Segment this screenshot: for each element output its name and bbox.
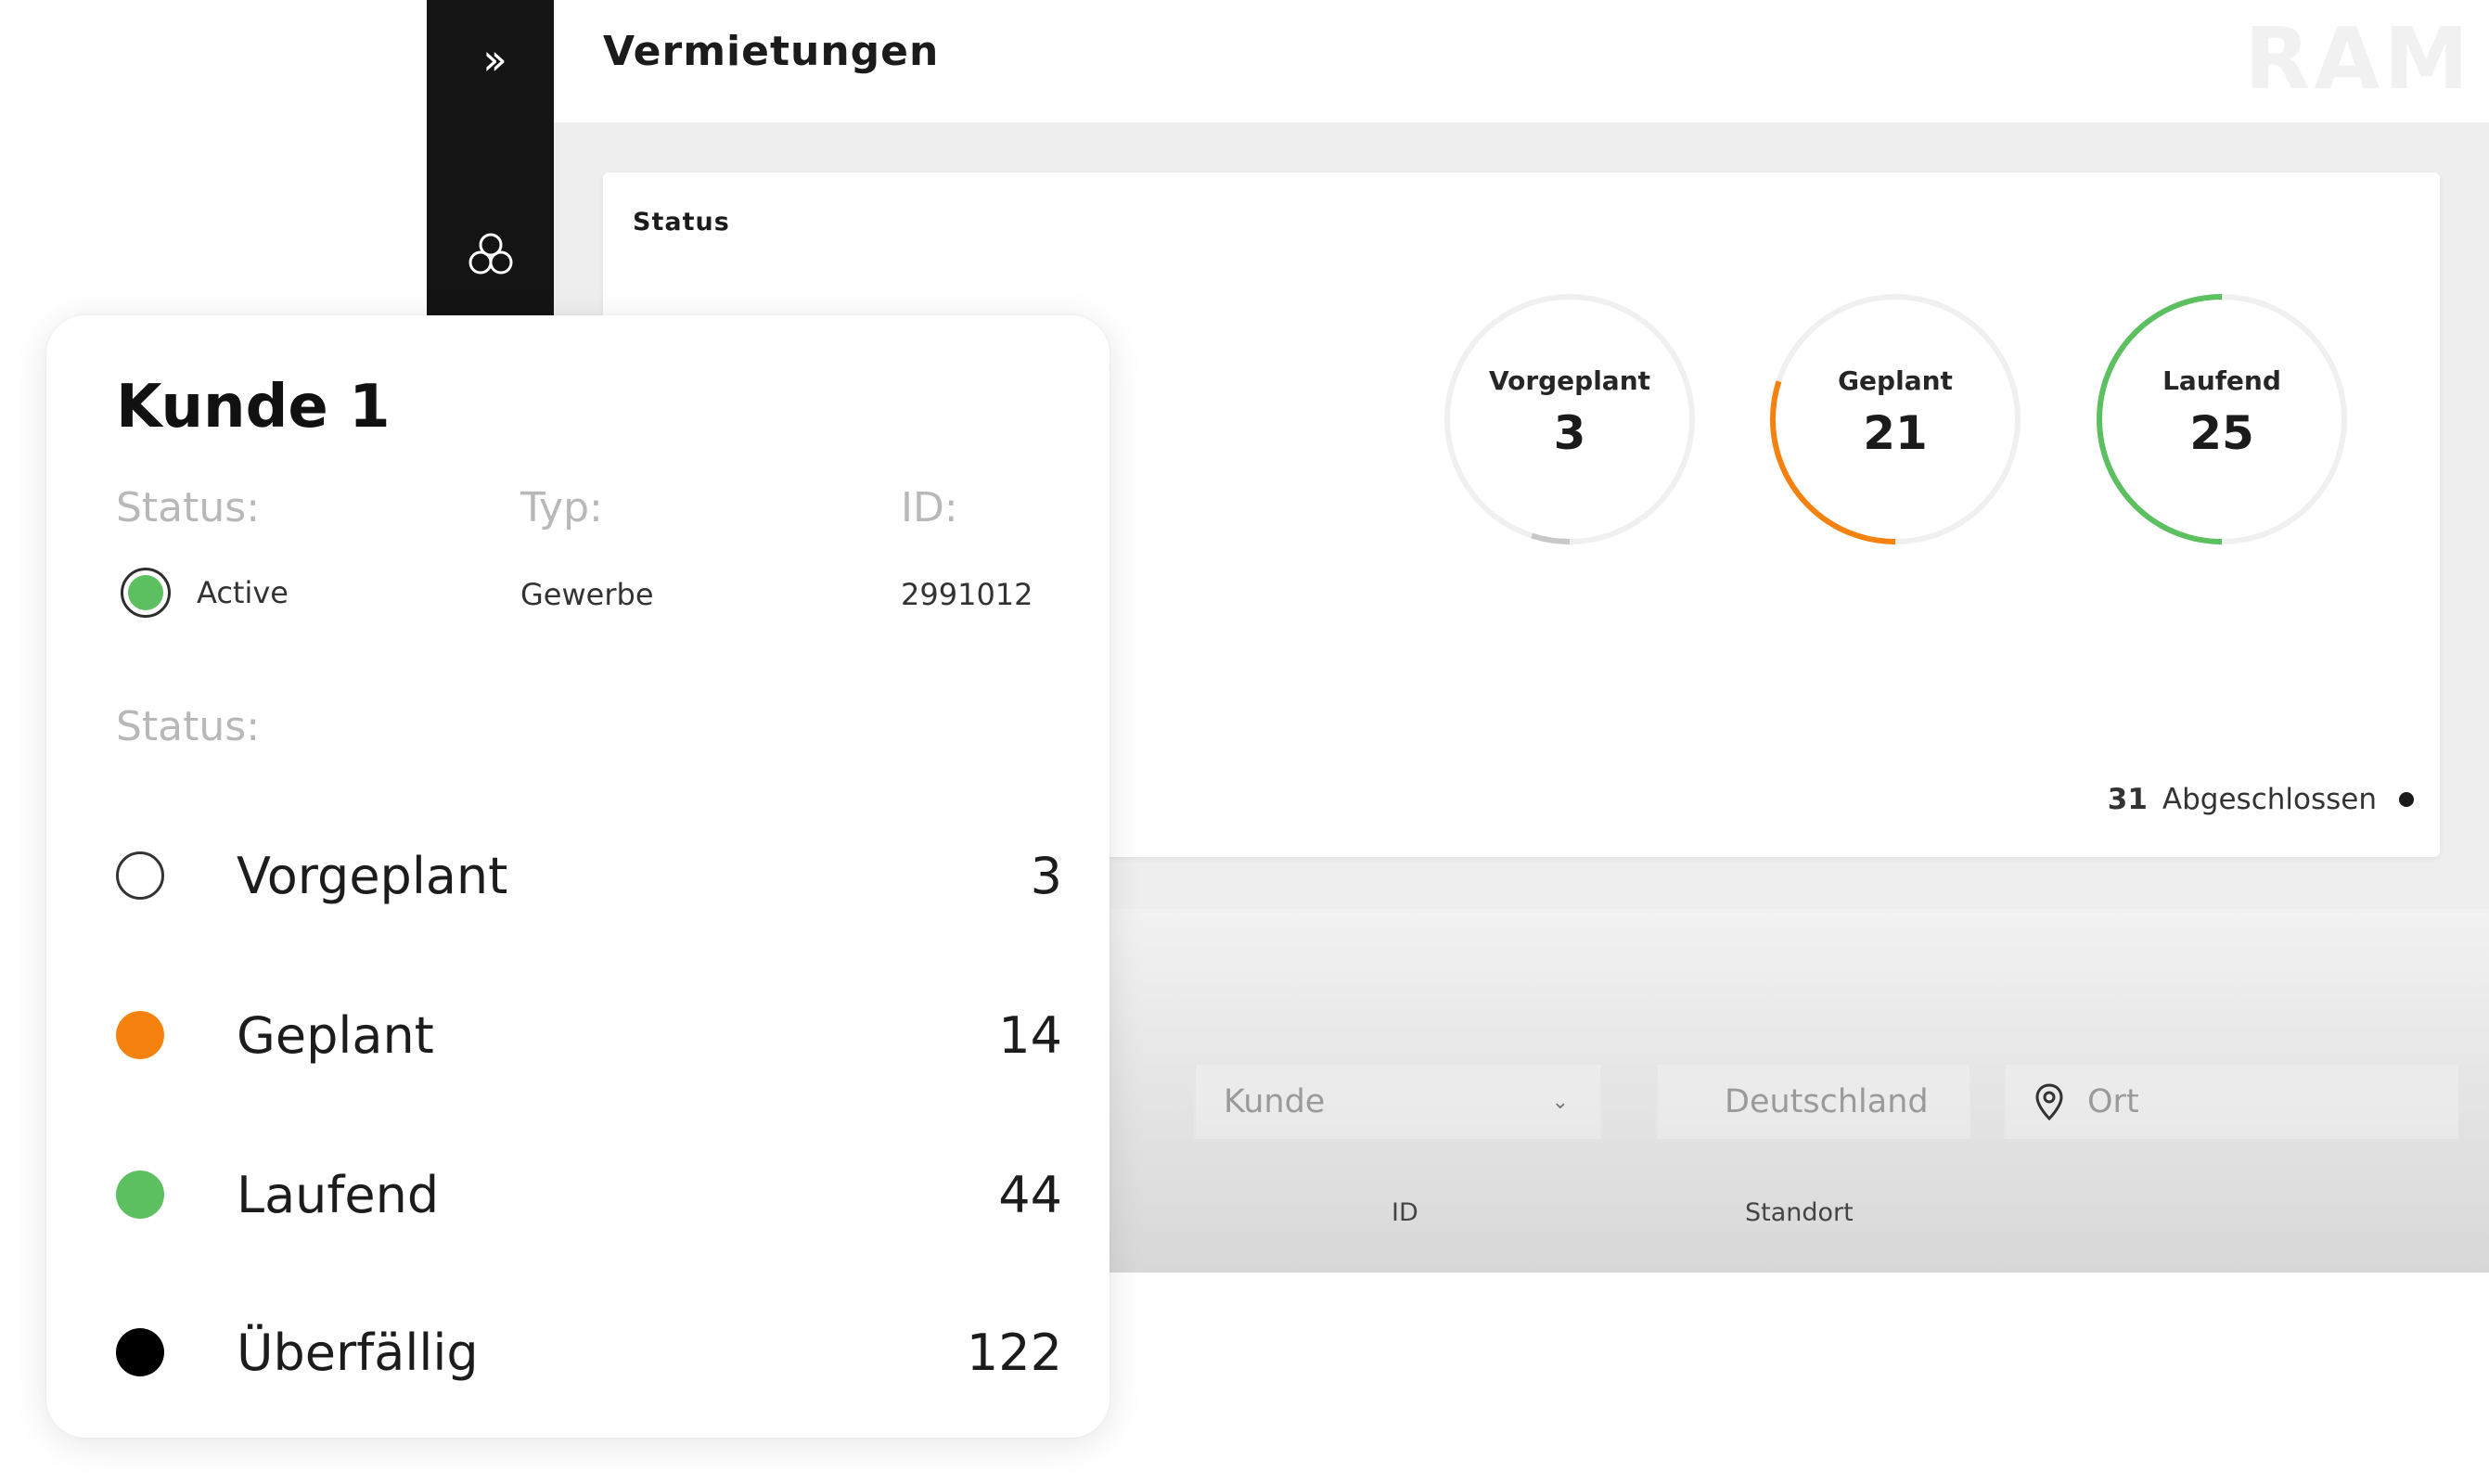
vorgeplant-dot-icon [116, 851, 164, 900]
app-screen: ›› Vermietungen RAM Status Vorgeplant 3 [0, 0, 2489, 1484]
status-row-laufend[interactable]: Laufend 44 [116, 1158, 1062, 1232]
status-section-label: Status: [116, 703, 261, 750]
page-title: Vermietungen [603, 28, 940, 75]
active-status-icon [121, 568, 171, 618]
country-field[interactable]: Deutschland [1656, 1065, 1971, 1139]
customer-card: Kunde 1 Status: Typ: ID: Active Gewerbe … [46, 315, 1110, 1438]
column-header-standort[interactable]: Standort [1745, 1198, 1854, 1227]
sidebar: ›› [427, 0, 554, 334]
ueberfaellig-dot-icon [116, 1328, 164, 1376]
status-ring-vorgeplant[interactable]: Vorgeplant 3 [1438, 288, 1701, 551]
active-status: Active [121, 568, 289, 618]
app-header: Vermietungen RAM [554, 0, 2489, 122]
status-row-count: 122 [966, 1323, 1062, 1382]
closed-dot-icon [2399, 792, 2414, 807]
double-chevron-right-icon: ›› [482, 34, 507, 84]
country-value: Deutschland [1725, 1083, 1929, 1120]
closed-label: Abgeschlossen [2162, 783, 2377, 816]
active-status-text: Active [197, 575, 289, 610]
sidebar-item-cluster[interactable] [427, 223, 554, 288]
closed-legend: 31 Abgeschlossen [2108, 783, 2414, 816]
column-header-id[interactable]: ID [1392, 1198, 1418, 1227]
ring-label: Geplant [1838, 365, 1953, 396]
status-label: Status: [116, 484, 261, 531]
status-row-label: Geplant [237, 1005, 434, 1065]
status-row-label: Überfällig [237, 1323, 479, 1382]
brand-logo: RAM [2244, 9, 2472, 109]
kunde-select[interactable]: Kunde ⌄ [1194, 1065, 1602, 1139]
status-row-count: 14 [998, 1005, 1062, 1065]
ring-label: Laufend [2162, 365, 2281, 396]
status-row-count: 44 [998, 1165, 1062, 1224]
kunde-select-value: Kunde [1224, 1083, 1326, 1120]
ring-value: 3 [1553, 406, 1586, 460]
typ-value: Gewerbe [520, 577, 654, 612]
status-card-title: Status [633, 208, 730, 237]
location-placeholder: Ort [2087, 1083, 2139, 1120]
status-ring-laufend[interactable]: Laufend 25 [2090, 288, 2354, 551]
status-ring-geplant[interactable]: Geplant 21 [1764, 288, 2027, 551]
customer-name: Kunde 1 [116, 373, 391, 441]
location-input[interactable]: Ort [2004, 1065, 2458, 1139]
status-row-label: Laufend [237, 1165, 440, 1224]
cluster-icon [468, 233, 512, 275]
geplant-dot-icon [116, 1011, 164, 1059]
expand-sidebar-button[interactable]: ›› [427, 26, 554, 93]
id-value: 2991012 [901, 577, 1033, 612]
typ-label: Typ: [520, 484, 603, 531]
status-row-label: Vorgeplant [237, 846, 508, 905]
id-label: ID: [901, 484, 958, 531]
status-row-ueberfaellig[interactable]: Überfällig 122 [116, 1315, 1062, 1389]
status-row-count: 3 [1030, 846, 1062, 905]
laufend-dot-icon [116, 1171, 164, 1219]
location-pin-icon [2035, 1083, 2063, 1121]
closed-count: 31 [2107, 783, 2148, 816]
status-row-geplant[interactable]: Geplant 14 [116, 998, 1062, 1072]
chevron-down-icon: ⌄ [1551, 1090, 1569, 1114]
ring-value: 21 [1863, 406, 1928, 460]
ring-value: 25 [2189, 406, 2254, 460]
ring-label: Vorgeplant [1488, 365, 1651, 396]
status-row-vorgeplant[interactable]: Vorgeplant 3 [116, 838, 1062, 913]
